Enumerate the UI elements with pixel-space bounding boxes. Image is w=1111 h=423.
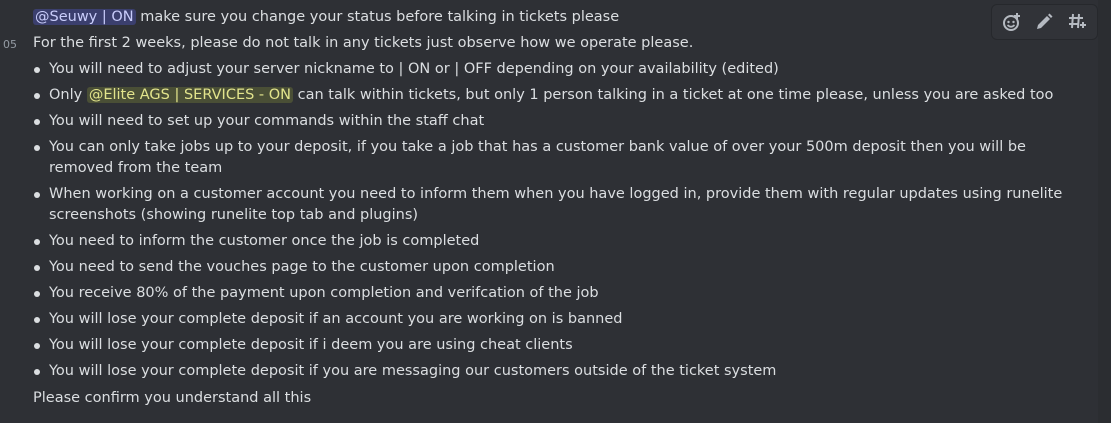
first-line-text: make sure you change your status before … <box>135 9 620 25</box>
message-timestamp[interactable]: 05 <box>3 38 17 52</box>
list-item: You will lose your complete deposit if a… <box>0 309 1080 330</box>
list-item: You can only take jobs up to your deposi… <box>0 137 1080 179</box>
closing-line: Please confirm you understand all this <box>33 390 312 406</box>
list-item: Only @Elite AGS | SERVICES - ON can talk… <box>0 85 1080 106</box>
list-item: You will need to set up your commands wi… <box>0 111 1080 132</box>
list-item: When working on a customer account you n… <box>0 184 1080 226</box>
add-reaction-icon[interactable] <box>998 8 1026 36</box>
intro-line: For the first 2 weeks, please do not tal… <box>33 35 694 51</box>
list-item: You will lose your complete deposit if y… <box>0 361 1080 382</box>
message-toolbar <box>991 4 1098 40</box>
list-item: You need to send the vouches page to the… <box>0 257 1080 278</box>
list-item: You will lose your complete deposit if i… <box>0 335 1080 356</box>
chat-message: @Seuwy | ON make sure you change your st… <box>0 0 1098 423</box>
list-item: You will need to adjust your server nick… <box>0 59 1080 80</box>
role-mention[interactable]: @Elite AGS | SERVICES - ON <box>86 87 294 103</box>
edit-icon[interactable] <box>1030 8 1058 36</box>
list-item: You need to inform the customer once the… <box>0 231 1080 252</box>
message-first-line: @Seuwy | ON make sure you change your st… <box>33 7 619 28</box>
user-mention[interactable]: @Seuwy | ON <box>33 9 136 25</box>
list-item: You receive 80% of the payment upon comp… <box>0 283 1080 304</box>
chat-page: @Seuwy | ON make sure you change your st… <box>0 0 1111 423</box>
scrollbar-track[interactable] <box>1098 0 1111 423</box>
rules-list: You will need to adjust your server nick… <box>0 59 1080 387</box>
create-thread-icon[interactable] <box>1063 8 1091 36</box>
